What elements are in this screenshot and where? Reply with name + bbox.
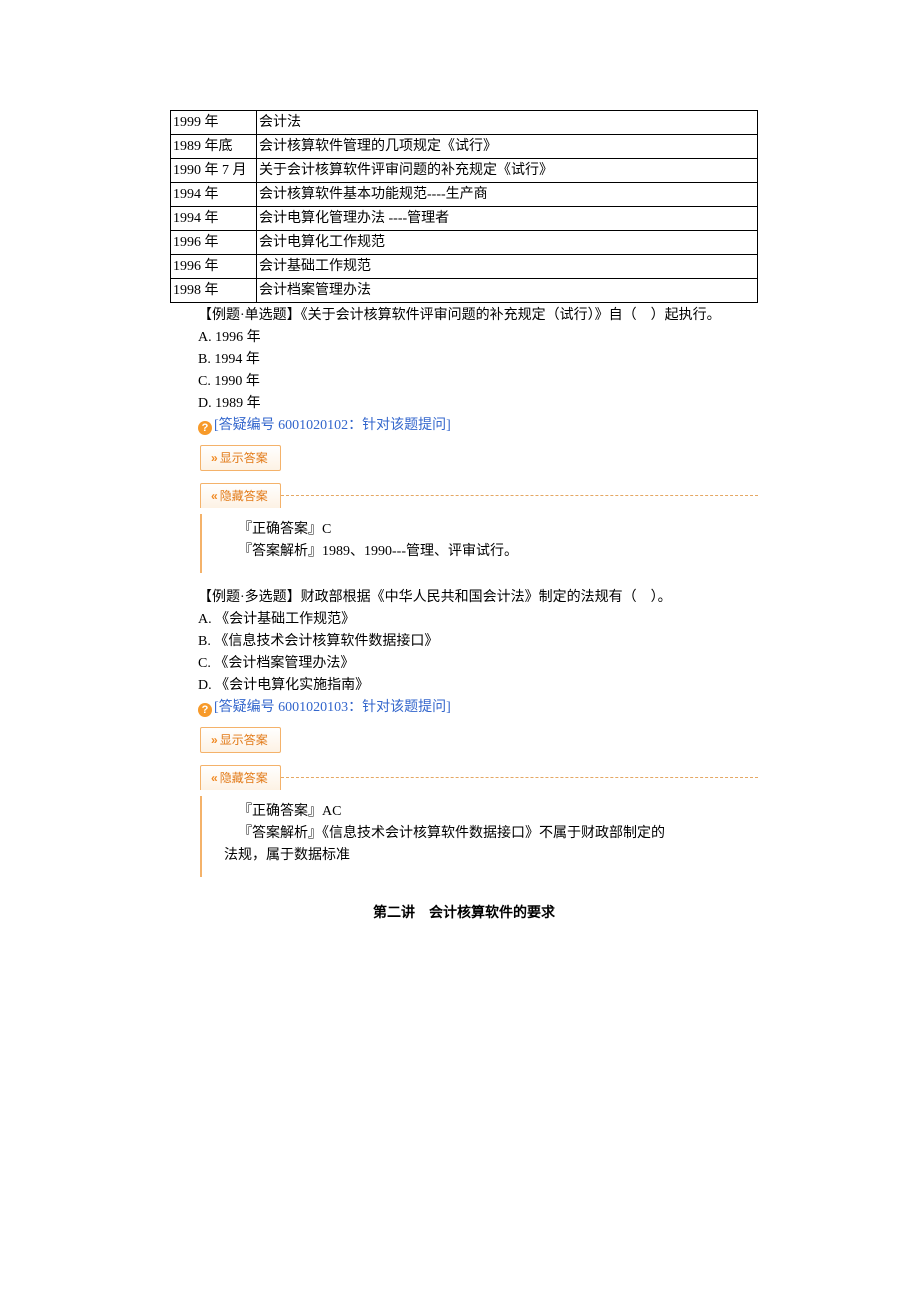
feedback-link[interactable]: [答疑编号 6001020102：针对该题提问]: [214, 418, 451, 433]
hide-answer-button[interactable]: « 隐藏答案: [200, 483, 281, 508]
answer-analysis: 法规，属于数据标准: [224, 845, 750, 866]
table-row: 1994 年 会计电算化管理办法 ----管理者: [171, 207, 758, 231]
chevron-right-icon: »: [211, 451, 216, 465]
feedback-link[interactable]: [答疑编号 6001020103：针对该题提问]: [214, 700, 451, 715]
chevron-left-icon: «: [211, 489, 216, 503]
cell-desc: 会计核算软件管理的几项规定《试行》: [257, 135, 758, 159]
cell-year: 1994 年: [171, 207, 257, 231]
cell-desc: 会计法: [257, 111, 758, 135]
question-icon: ?: [198, 703, 212, 717]
show-answer-button[interactable]: » 显示答案: [200, 727, 281, 753]
divider: [281, 495, 758, 496]
question-stem: 【例题·单选题】《关于会计核算软件评审问题的补充规定（试行）》自（ ）起执行。: [170, 305, 758, 326]
chevron-left-icon: «: [211, 771, 216, 785]
divider: [281, 777, 758, 778]
option-b: B. 1994 年: [198, 349, 758, 370]
question-2: 【例题·多选题】财政部根据《中华人民共和国会计法》制定的法规有（ ）。 A. 《…: [170, 587, 758, 877]
section-title: 第二讲 会计核算软件的要求: [170, 903, 758, 924]
cell-desc: 会计基础工作规范: [257, 255, 758, 279]
table-row: 1999 年 会计法: [171, 111, 758, 135]
answer-analysis: 『答案解析』1989、1990---管理、评审试行。: [210, 541, 750, 562]
cell-year: 1999 年: [171, 111, 257, 135]
table-row: 1989 年底 会计核算软件管理的几项规定《试行》: [171, 135, 758, 159]
cell-year: 1996 年: [171, 231, 257, 255]
table-row: 1990 年 7 月 关于会计核算软件评审问题的补充规定《试行》: [171, 159, 758, 183]
cell-desc: 会计电算化工作规范: [257, 231, 758, 255]
correct-answer: 『正确答案』C: [210, 519, 750, 540]
show-answer-label: 显示答案: [220, 451, 268, 465]
cell-year: 1996 年: [171, 255, 257, 279]
question-icon: ?: [198, 421, 212, 435]
show-answer-button[interactable]: » 显示答案: [200, 445, 281, 471]
hide-answer-button[interactable]: « 隐藏答案: [200, 765, 281, 790]
show-answer-label: 显示答案: [220, 733, 268, 747]
option-a: A. 1996 年: [198, 327, 758, 348]
cell-desc: 会计电算化管理办法 ----管理者: [257, 207, 758, 231]
answer-box: 『正确答案』AC 『答案解析』《信息技术会计核算软件数据接口》不属于财政部制定的…: [200, 796, 758, 877]
regulations-table: 1999 年 会计法 1989 年底 会计核算软件管理的几项规定《试行》 199…: [170, 110, 758, 303]
option-d: D. 《会计电算化实施指南》: [198, 675, 758, 696]
question-stem: 【例题·多选题】财政部根据《中华人民共和国会计法》制定的法规有（ ）。: [170, 587, 758, 608]
answer-box: 『正确答案』C 『答案解析』1989、1990---管理、评审试行。: [200, 514, 758, 573]
cell-desc: 会计档案管理办法: [257, 279, 758, 303]
cell-desc: 会计核算软件基本功能规范----生产商: [257, 183, 758, 207]
cell-year: 1994 年: [171, 183, 257, 207]
option-b: B. 《信息技术会计核算软件数据接口》: [198, 631, 758, 652]
hide-answer-label: 隐藏答案: [220, 489, 268, 503]
cell-desc: 关于会计核算软件评审问题的补充规定《试行》: [257, 159, 758, 183]
option-a: A. 《会计基础工作规范》: [198, 609, 758, 630]
option-d: D. 1989 年: [198, 393, 758, 414]
correct-answer: 『正确答案』AC: [210, 801, 750, 822]
answer-analysis: 『答案解析』《信息技术会计核算软件数据接口》不属于财政部制定的: [210, 823, 750, 844]
table-row: 1996 年 会计基础工作规范: [171, 255, 758, 279]
cell-year: 1990 年 7 月: [171, 159, 257, 183]
cell-year: 1989 年底: [171, 135, 257, 159]
question-1: 【例题·单选题】《关于会计核算软件评审问题的补充规定（试行）》自（ ）起执行。 …: [170, 305, 758, 573]
option-c: C. 《会计档案管理办法》: [198, 653, 758, 674]
table-row: 1996 年 会计电算化工作规范: [171, 231, 758, 255]
option-c: C. 1990 年: [198, 371, 758, 392]
hide-answer-label: 隐藏答案: [220, 771, 268, 785]
table-row: 1994 年 会计核算软件基本功能规范----生产商: [171, 183, 758, 207]
chevron-right-icon: »: [211, 733, 216, 747]
table-row: 1998 年 会计档案管理办法: [171, 279, 758, 303]
cell-year: 1998 年: [171, 279, 257, 303]
